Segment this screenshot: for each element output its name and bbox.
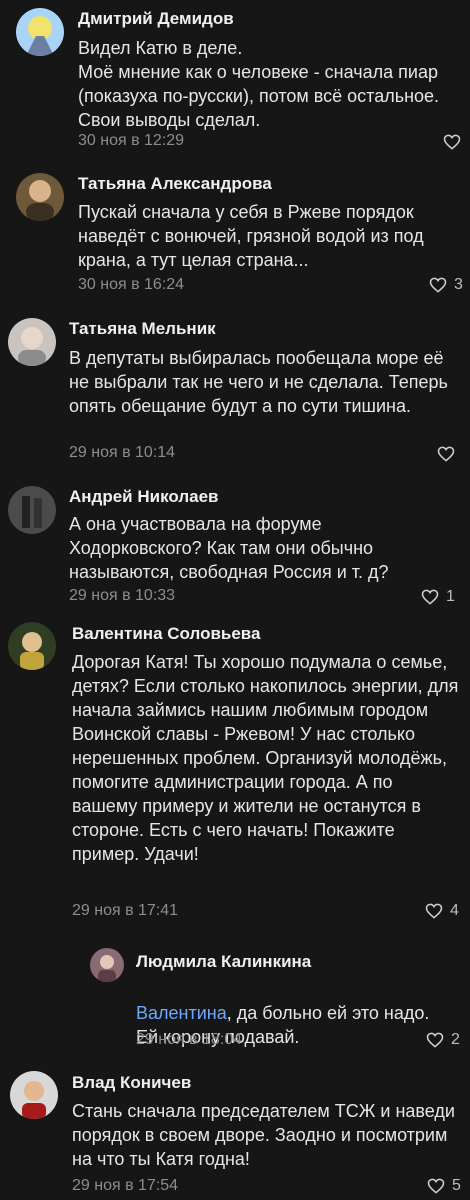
avatar-image (8, 622, 56, 670)
avatar[interactable] (8, 318, 56, 366)
comment-timestamp: 29 ноя в 18:04 (136, 1031, 243, 1048)
avatar-image (8, 318, 56, 366)
heart-icon (443, 134, 461, 150)
avatar-image (16, 173, 64, 221)
avatar[interactable] (90, 948, 124, 982)
heart-icon (425, 903, 443, 919)
avatar-image (16, 8, 64, 56)
heart-icon (437, 446, 455, 462)
like-button[interactable] (436, 444, 462, 464)
mention-link[interactable]: Валентина (136, 1003, 227, 1023)
comment-timestamp: 30 ноя в 12:29 (78, 132, 185, 149)
like-button[interactable]: 2 (425, 1030, 460, 1050)
avatar[interactable] (8, 622, 56, 670)
comment-author[interactable]: Дмитрий Демидов (78, 9, 234, 29)
comment-timestamp: 29 ноя в 10:14 (69, 444, 176, 461)
comment-author[interactable]: Валентина Соловьева (72, 624, 261, 644)
comment-text: А она участвовала на форуме Ходорковског… (69, 514, 389, 582)
comment-text: Стань сначала председателем ТСЖ и наведи… (72, 1101, 455, 1169)
comment-author[interactable]: Татьяна Александрова (78, 174, 272, 194)
like-button[interactable]: 5 (426, 1176, 461, 1196)
like-button[interactable]: 1 (420, 587, 455, 607)
avatar-image (10, 1071, 58, 1119)
comment-timestamp: 29 ноя в 10:33 (69, 587, 176, 604)
like-count: 1 (446, 588, 455, 605)
avatar[interactable] (16, 8, 64, 56)
like-count: 5 (452, 1177, 461, 1194)
comment-timestamp: 29 ноя в 17:41 (72, 902, 179, 919)
heart-icon (427, 1178, 445, 1194)
like-button[interactable]: 4 (424, 901, 459, 921)
avatar[interactable] (8, 486, 56, 534)
comment-author[interactable]: Влад Коничев (72, 1073, 191, 1093)
like-count: 3 (454, 276, 463, 293)
comment-timestamp: 30 ноя в 16:24 (78, 276, 185, 293)
heart-icon (426, 1032, 444, 1048)
comment-author[interactable]: Андрей Николаев (69, 487, 218, 507)
heart-icon (429, 277, 447, 293)
comment-timestamp: 29 ноя в 17:54 (72, 1177, 179, 1194)
avatar-image (90, 948, 124, 982)
heart-icon (421, 589, 439, 605)
comment-text: Пускай сначала у себя в Ржеве порядок на… (78, 202, 424, 270)
comment-text: Дорогая Катя! Ты хорошо подумала о семье… (72, 652, 459, 864)
like-count: 4 (450, 902, 459, 919)
comment-author[interactable]: Людмила Калинкина (136, 952, 311, 972)
like-button[interactable]: 3 (428, 275, 463, 295)
avatar-image (8, 486, 56, 534)
like-count: 2 (451, 1031, 460, 1048)
comment-text: В депутаты выбиралась пообещала море её … (69, 348, 448, 416)
avatar[interactable] (16, 173, 64, 221)
avatar[interactable] (10, 1071, 58, 1119)
like-button[interactable] (442, 132, 468, 152)
comment-author[interactable]: Татьяна Мельник (69, 319, 216, 339)
comment-text: Видел Катю в деле. Моё мнение как о чело… (78, 38, 440, 130)
